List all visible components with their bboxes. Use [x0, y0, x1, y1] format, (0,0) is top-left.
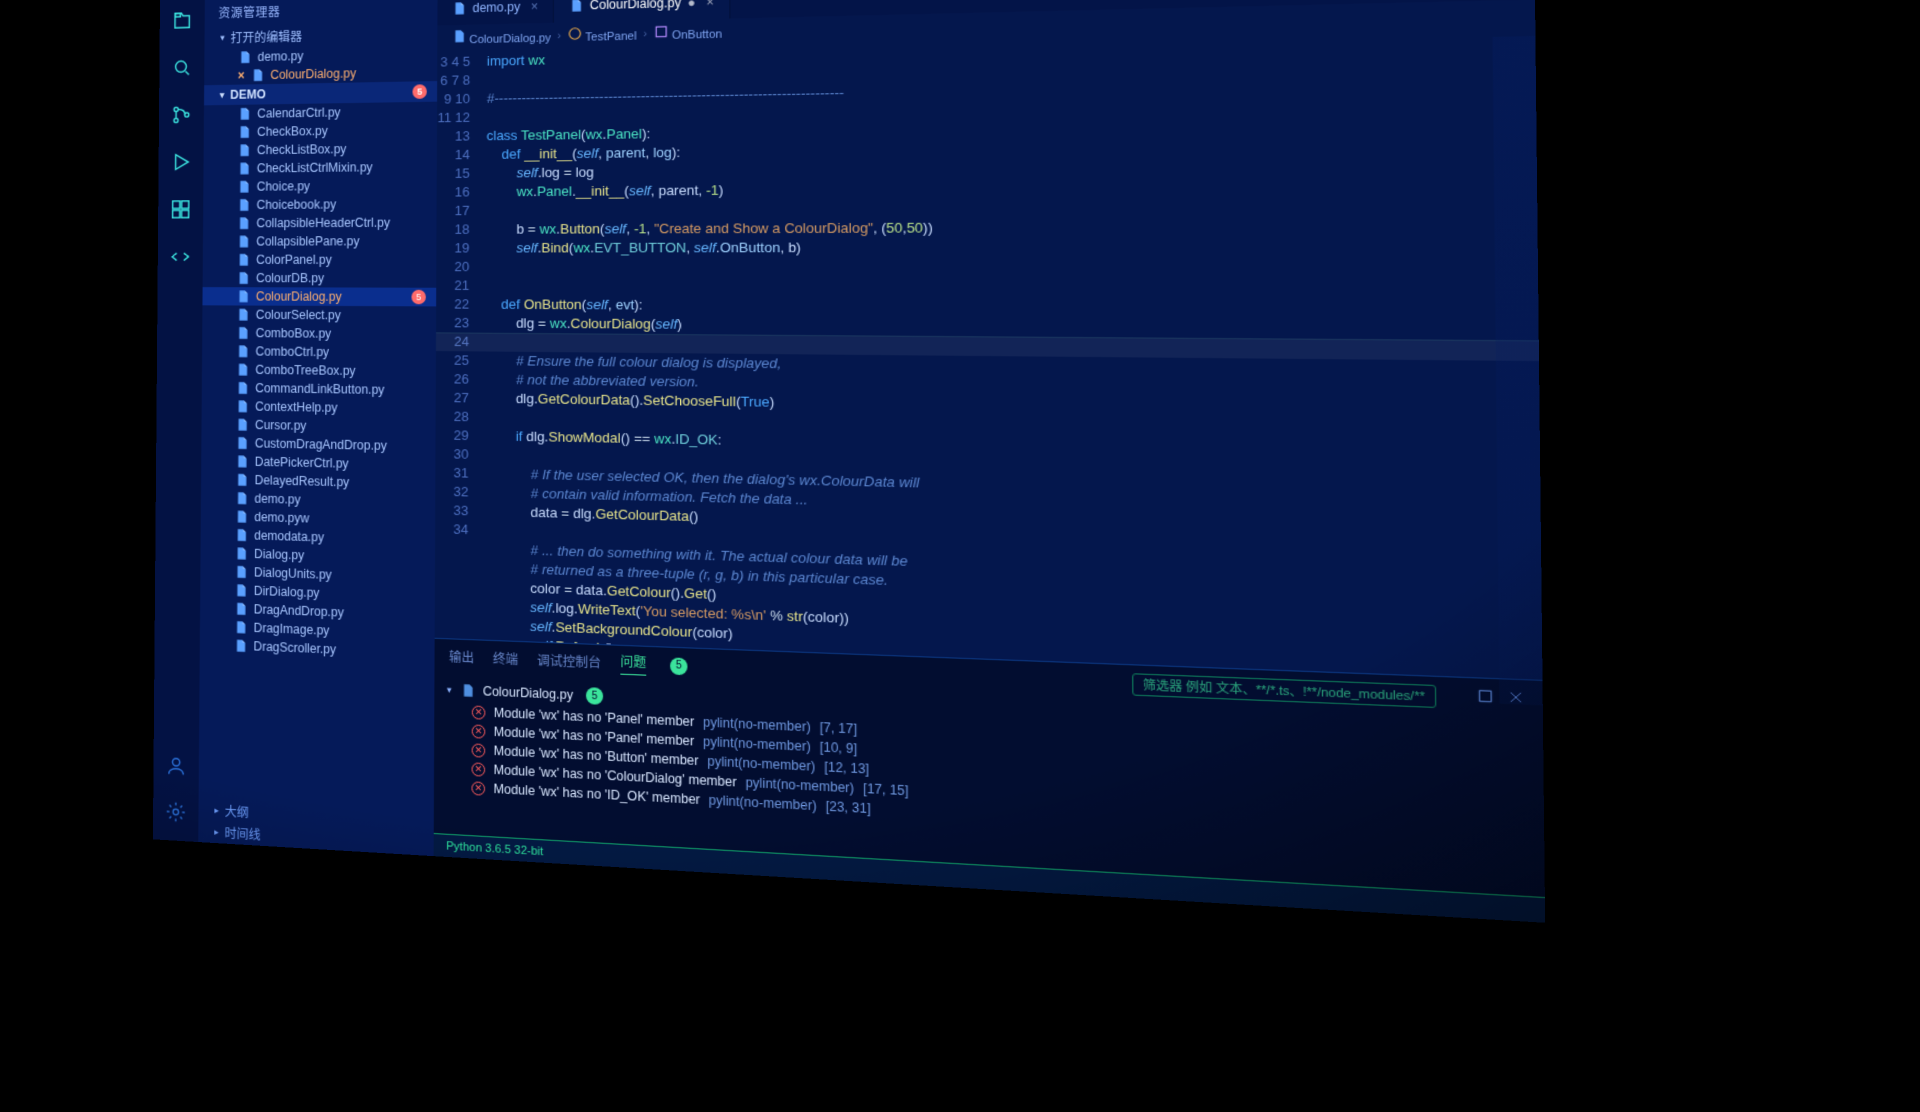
error-icon: ✕: [472, 762, 486, 776]
run-debug-icon[interactable]: [170, 151, 192, 176]
file-item[interactable]: ColourDB.py: [203, 269, 437, 288]
python-file-icon: [238, 50, 252, 64]
source-control-icon[interactable]: [171, 104, 193, 129]
extensions-icon[interactable]: [170, 198, 192, 223]
python-file-icon: [452, 1, 467, 16]
python-file-icon: [234, 509, 248, 524]
python-file-icon: [236, 344, 250, 358]
python-file-icon: [235, 362, 249, 376]
editor-tab[interactable]: demo.py×: [437, 0, 554, 25]
error-badge: 5: [411, 290, 425, 305]
file-item[interactable]: CollapsibleHeaderCtrl.py: [203, 213, 437, 232]
close-icon[interactable]: ×: [706, 0, 714, 10]
python-file-icon: [237, 198, 251, 212]
close-icon[interactable]: ×: [531, 0, 538, 14]
panel-tab[interactable]: 输出: [449, 648, 474, 667]
code-content[interactable]: import wx #-----------------------------…: [476, 28, 1542, 680]
python-file-icon: [235, 417, 249, 432]
file-item[interactable]: ColorPanel.py: [203, 250, 437, 269]
python-file-icon: [236, 289, 250, 303]
explorer-sidebar: 资源管理器 打开的编辑器 demo.py×ColourDialog.py DEM…: [198, 0, 437, 856]
file-item[interactable]: ColourDialog.py5: [202, 287, 436, 306]
file-item[interactable]: ColourSelect.py: [202, 305, 436, 325]
python-file-icon: [237, 143, 251, 157]
filter-input[interactable]: 筛选器 例如 文本、**/*.ts、!**/node_modules/**: [1132, 673, 1436, 708]
python-file-icon: [235, 473, 249, 488]
problems-count-badge: 5: [670, 657, 687, 675]
python-file-icon: [234, 620, 248, 635]
file-error-badge: 5: [586, 687, 603, 705]
class-icon: [567, 26, 582, 41]
python-file-icon: [235, 399, 249, 413]
python-file-icon: [237, 216, 251, 230]
breadcrumb-item[interactable]: TestPanel: [567, 25, 636, 44]
panel-tab[interactable]: 问题: [620, 652, 646, 675]
file-item[interactable]: ComboBox.py: [202, 324, 436, 344]
search-icon[interactable]: [171, 56, 193, 82]
python-version[interactable]: Python 3.6.5 32-bit: [446, 840, 543, 858]
file-item[interactable]: CheckListCtrlMixin.py: [203, 157, 436, 178]
close-icon[interactable]: ×: [238, 68, 245, 82]
file-item[interactable]: CollapsiblePane.py: [203, 232, 437, 251]
activity-bar: [153, 0, 205, 842]
file-item[interactable]: Choice.py: [203, 176, 436, 196]
python-file-icon: [237, 180, 251, 194]
method-icon: [653, 24, 668, 39]
python-file-icon: [452, 29, 467, 44]
python-file-icon: [569, 0, 584, 13]
python-file-icon: [460, 683, 475, 698]
minimap[interactable]: [1492, 36, 1542, 705]
breadcrumb-item[interactable]: ColourDialog.py: [452, 27, 551, 47]
error-badge: 5: [412, 84, 426, 99]
python-file-icon: [233, 638, 247, 653]
python-file-icon: [235, 381, 249, 395]
python-file-icon: [234, 546, 248, 561]
error-icon: ✕: [472, 743, 486, 757]
error-icon: ✕: [472, 705, 486, 719]
python-file-icon: [237, 107, 251, 121]
python-file-icon: [236, 253, 250, 267]
python-file-icon: [234, 601, 248, 616]
breadcrumb-item[interactable]: OnButton: [653, 23, 722, 42]
python-file-icon: [251, 68, 265, 82]
editor-area: demo.py×ColourDialog.py●× ColourDialog.p…: [434, 0, 1546, 923]
python-file-icon: [237, 125, 251, 139]
python-file-icon: [235, 491, 249, 506]
python-file-icon: [235, 436, 249, 451]
python-file-icon: [237, 161, 251, 175]
python-file-icon: [236, 234, 250, 248]
file-item[interactable]: CheckListBox.py: [204, 139, 437, 160]
panel-tab[interactable]: 调试控制台: [537, 651, 601, 672]
error-icon: ✕: [472, 724, 486, 738]
python-file-icon: [236, 326, 250, 340]
python-file-icon: [234, 528, 248, 543]
gear-icon[interactable]: [165, 800, 187, 827]
file-item[interactable]: Choicebook.py: [203, 195, 436, 215]
explorer-icon[interactable]: [171, 9, 193, 35]
panel-tab[interactable]: 终端: [493, 649, 518, 668]
remote-icon[interactable]: [169, 246, 191, 271]
file-list: CalendarCtrl.pyCheckBox.pyCheckListBox.p…: [199, 102, 437, 812]
python-file-icon: [235, 454, 249, 469]
python-file-icon: [236, 308, 250, 322]
collapse-all-icon[interactable]: [1476, 688, 1494, 708]
error-icon: ✕: [471, 781, 485, 795]
file-item[interactable]: ComboCtrl.py: [202, 342, 436, 363]
python-file-icon: [236, 271, 250, 285]
dirty-indicator: ●: [688, 0, 696, 10]
code-editor[interactable]: 3 4 5 6 7 8 9 10 11 12 13 14 15 16 17 18…: [435, 28, 1543, 680]
account-icon[interactable]: [165, 754, 187, 781]
python-file-icon: [234, 583, 248, 598]
python-file-icon: [234, 565, 248, 580]
